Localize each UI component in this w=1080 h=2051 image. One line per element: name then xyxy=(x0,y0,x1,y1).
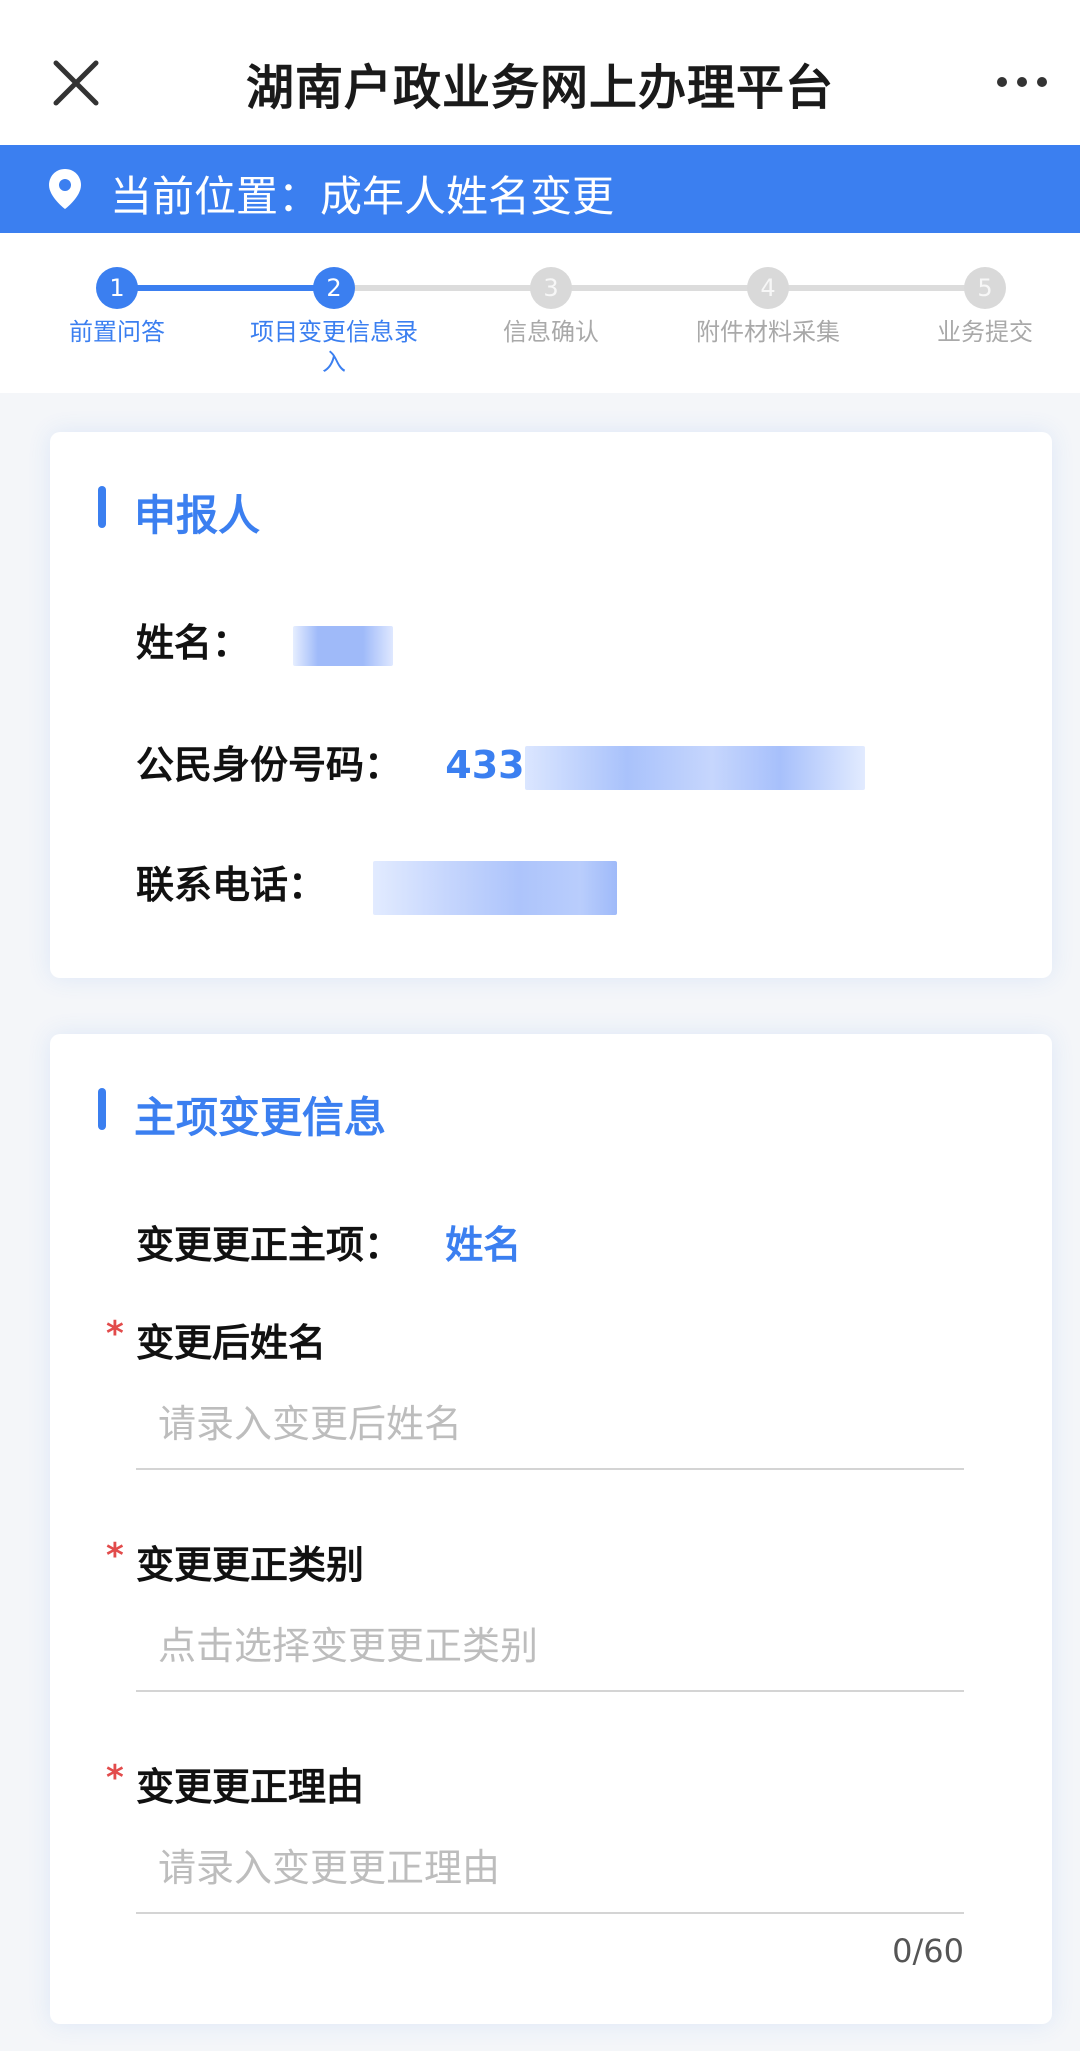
location-pin-icon xyxy=(47,167,83,211)
name-value-redacted xyxy=(293,625,394,666)
id-value-redacted xyxy=(524,745,865,790)
step-label: 前置问答 xyxy=(69,318,165,346)
phone-label: 联系电话： xyxy=(136,863,327,907)
required-star: * xyxy=(106,1314,124,1354)
section-title-applicant: 申报人 xyxy=(98,482,260,543)
section-title-change-info: 主项变更信息 xyxy=(98,1084,386,1145)
step-label: 项目变更信息录入 xyxy=(250,318,418,376)
required-star: * xyxy=(106,1536,124,1576)
step-4: 4 附件材料采集 xyxy=(668,233,868,347)
page: 湖南户政业务网上办理平台 当前位置：成年人姓名变更 1 前置问答 2 项目变更信… xyxy=(0,0,1080,2051)
step-label: 信息确认 xyxy=(503,318,599,346)
id-value-prefix: 433 xyxy=(445,743,525,787)
main-item-label: 变更更正主项： xyxy=(136,1223,403,1267)
step-label: 业务提交 xyxy=(937,318,1033,346)
step-label: 附件材料采集 xyxy=(696,318,840,346)
id-label: 公民身份号码： xyxy=(136,743,403,787)
new-name-input[interactable] xyxy=(136,1380,964,1470)
app-header: 湖南户政业务网上办理平台 xyxy=(0,0,1080,145)
main-item-value: 姓名 xyxy=(445,1223,522,1267)
page-title: 湖南户政业务网上办理平台 xyxy=(245,60,834,116)
category-label: * 变更更正类别 xyxy=(106,1536,365,1587)
step-3: 3 信息确认 xyxy=(451,233,651,347)
step-number: 2 xyxy=(313,267,355,309)
new-name-label: * 变更后姓名 xyxy=(106,1314,327,1365)
phone-value-redacted xyxy=(373,860,618,915)
step-number: 5 xyxy=(964,267,1006,309)
step-5: 5 业务提交 xyxy=(885,233,1080,347)
step-number: 1 xyxy=(96,267,138,309)
applicant-card: 申报人 姓名： 公民身份号码： 433 联系电话： xyxy=(50,432,1052,978)
reason-input[interactable] xyxy=(136,1824,964,1914)
applicant-id-row: 公民身份号码： 433 xyxy=(136,734,865,790)
category-select[interactable] xyxy=(136,1602,964,1692)
location-bar: 当前位置：成年人姓名变更 xyxy=(0,145,1080,233)
step-number: 4 xyxy=(747,267,789,309)
location-label: 当前位置：成年人姓名变更 xyxy=(110,172,615,221)
applicant-name-row: 姓名： xyxy=(136,612,394,667)
step-number: 3 xyxy=(530,267,572,309)
progress-steps: 1 前置问答 2 项目变更信息录入 3 信息确认 4 附件材料采集 5 业务提交 xyxy=(0,233,1080,393)
more-dots-icon[interactable] xyxy=(992,68,1052,96)
change-info-card: 主项变更信息 变更更正主项： 姓名 * 变更后姓名 * 变更更正类别 * 变更更… xyxy=(50,1034,1052,2024)
reason-char-counter: 0/60 xyxy=(892,1932,964,1970)
required-star: * xyxy=(106,1758,124,1798)
section-accent-bar xyxy=(98,1088,106,1130)
section-accent-bar xyxy=(98,486,106,528)
applicant-phone-row: 联系电话： xyxy=(136,854,618,915)
step-2: 2 项目变更信息录入 xyxy=(234,233,434,377)
name-label: 姓名： xyxy=(136,621,251,665)
reason-label: * 变更更正理由 xyxy=(106,1758,365,1809)
main-item-row: 变更更正主项： 姓名 xyxy=(136,1214,521,1269)
step-1: 1 前置问答 xyxy=(17,233,217,347)
